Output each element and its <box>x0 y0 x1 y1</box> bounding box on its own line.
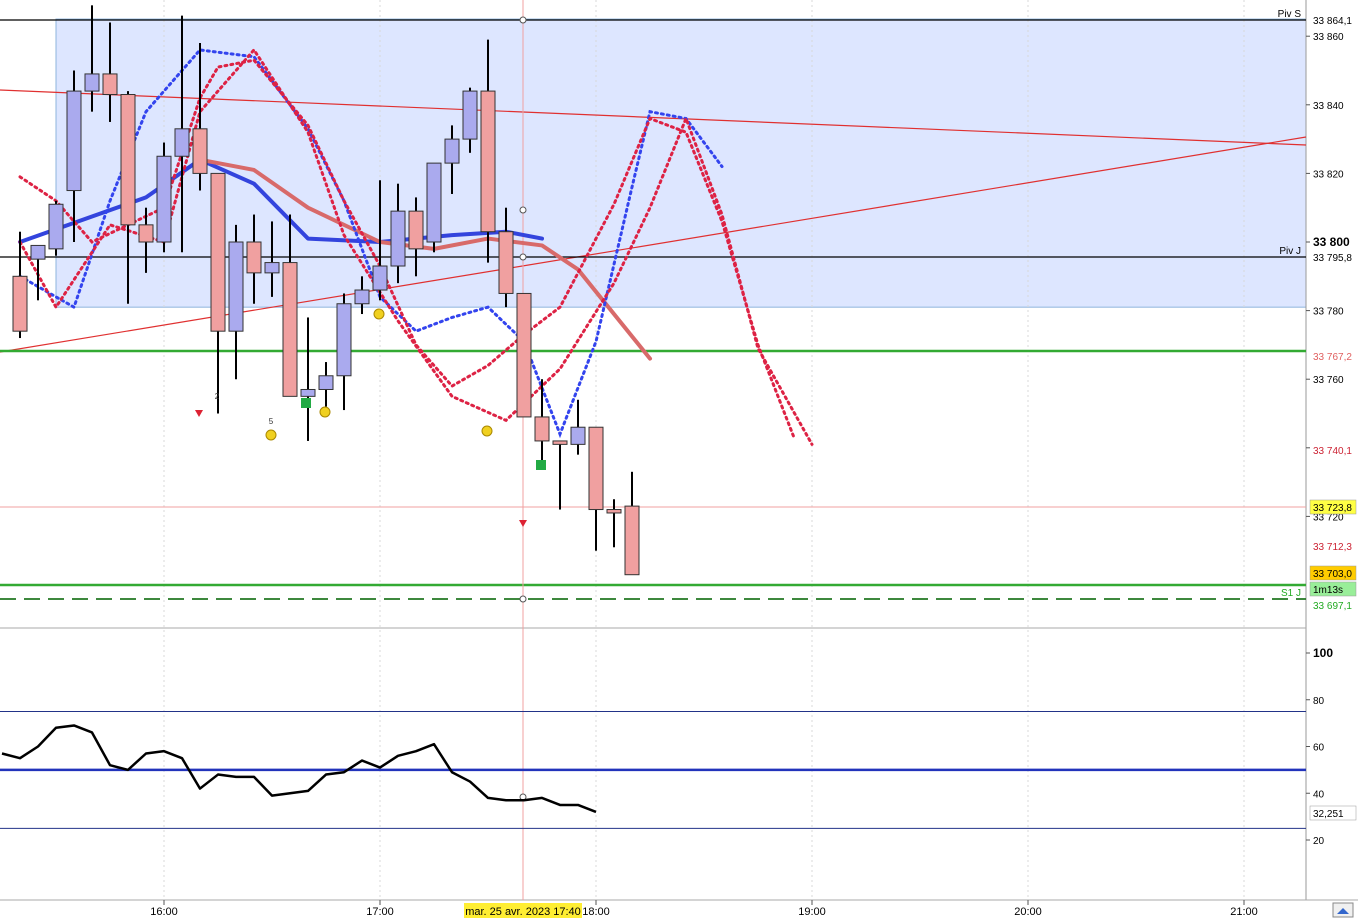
crosshair-marker <box>519 253 527 261</box>
candle-body <box>336 303 352 377</box>
candle-body <box>390 210 406 267</box>
s1-j-label: S1 J <box>1281 588 1301 599</box>
candle-body <box>444 138 460 164</box>
bell-icon <box>319 406 331 418</box>
price-tick-label: 33 860 <box>1313 32 1344 43</box>
price-label: 33 795,8 <box>1313 253 1352 264</box>
candle-body <box>138 224 154 243</box>
chart-window: Piv S Piv J S1 J 2 5 33 860 33 840 33 820 33 800… <box>0 0 1358 920</box>
crosshair-time-label: mar. 25 avr. 2023 17:40 <box>465 906 581 918</box>
price-label: 33 723,8 <box>1313 503 1352 514</box>
candle-body <box>318 375 334 390</box>
time-tick-label: 17:00 <box>366 906 394 918</box>
signal-count-label: 2 <box>215 392 220 401</box>
time-tick-label: 20:00 <box>1014 906 1042 918</box>
price-label: 33 864,1 <box>1313 16 1352 27</box>
candle-body <box>480 90 496 233</box>
candle-body <box>210 172 226 332</box>
price-label: 1m13s <box>1313 585 1343 596</box>
price-label: 33 767,2 <box>1313 352 1352 363</box>
signal-count-label: 5 <box>269 417 274 426</box>
candle-body <box>606 509 622 514</box>
bell-icon <box>265 429 277 441</box>
price-tick-label: 33 840 <box>1313 101 1344 112</box>
price-tick-label: 33 820 <box>1313 169 1344 180</box>
candle-body <box>228 241 244 332</box>
oscillator-tick-label: 80 <box>1313 696 1325 707</box>
candle-body <box>66 90 82 192</box>
candle-body <box>192 128 208 174</box>
oscillator-tick-label: 20 <box>1313 836 1325 847</box>
candle-body <box>570 426 586 445</box>
price-tick-label: 33 780 <box>1313 307 1344 318</box>
oscillator-tick-label: 100 <box>1313 646 1333 660</box>
time-tick-label: 19:00 <box>798 906 826 918</box>
candle-body <box>30 244 46 260</box>
candle-body <box>408 210 424 250</box>
price-axis-bg <box>1306 0 1358 920</box>
oscillator-tick-label: 60 <box>1313 743 1325 754</box>
price-label: 33 740,1 <box>1313 446 1352 457</box>
candle-body <box>462 90 478 140</box>
price-tick-label: 33 800 <box>1313 235 1350 249</box>
chart-canvas[interactable]: Piv S Piv J S1 J 2 5 33 860 33 840 33 820 33 800… <box>0 0 1358 920</box>
crosshair-marker <box>519 16 527 24</box>
price-label: 33 697,1 <box>1313 601 1352 612</box>
candle-body <box>156 155 172 243</box>
candle-body <box>12 275 28 332</box>
candle-body <box>624 505 640 576</box>
crosshair-marker <box>519 595 527 603</box>
candle-body <box>372 265 388 291</box>
time-tick-label: 18:00 <box>582 906 610 918</box>
price-tick-label: 33 760 <box>1313 375 1344 386</box>
price-label: 33 712,3 <box>1313 542 1352 553</box>
price-label: 33 703,0 <box>1313 569 1352 580</box>
candle-body <box>174 128 190 157</box>
candle-body <box>282 262 298 397</box>
candle-body <box>84 73 100 92</box>
crosshair-marker <box>519 206 527 214</box>
bell-icon <box>373 308 385 320</box>
candle-body <box>534 416 550 442</box>
oscillator-value: 32,251 <box>1313 809 1344 820</box>
candle-body <box>120 94 136 226</box>
oscillator-tick-label: 40 <box>1313 789 1325 800</box>
candle-body <box>354 289 370 305</box>
candle-body <box>246 241 262 274</box>
candle-body <box>498 231 514 294</box>
axis-settings-button[interactable] <box>1332 902 1354 918</box>
candle-body <box>102 73 118 96</box>
candle-body <box>300 388 316 397</box>
piv-j-label: Piv J <box>1279 246 1301 257</box>
candle-body <box>516 292 532 418</box>
green-square-icon <box>301 398 311 408</box>
bell-icon <box>481 425 493 437</box>
time-tick-label: 16:00 <box>150 906 178 918</box>
candle-body <box>48 203 64 250</box>
piv-s-label: Piv S <box>1278 9 1302 20</box>
candle-body <box>588 426 604 511</box>
green-square-icon <box>536 460 546 470</box>
candle-body <box>264 262 280 274</box>
candle-body <box>426 162 442 243</box>
candle-body <box>552 440 568 445</box>
time-tick-label: 21:00 <box>1230 906 1258 918</box>
